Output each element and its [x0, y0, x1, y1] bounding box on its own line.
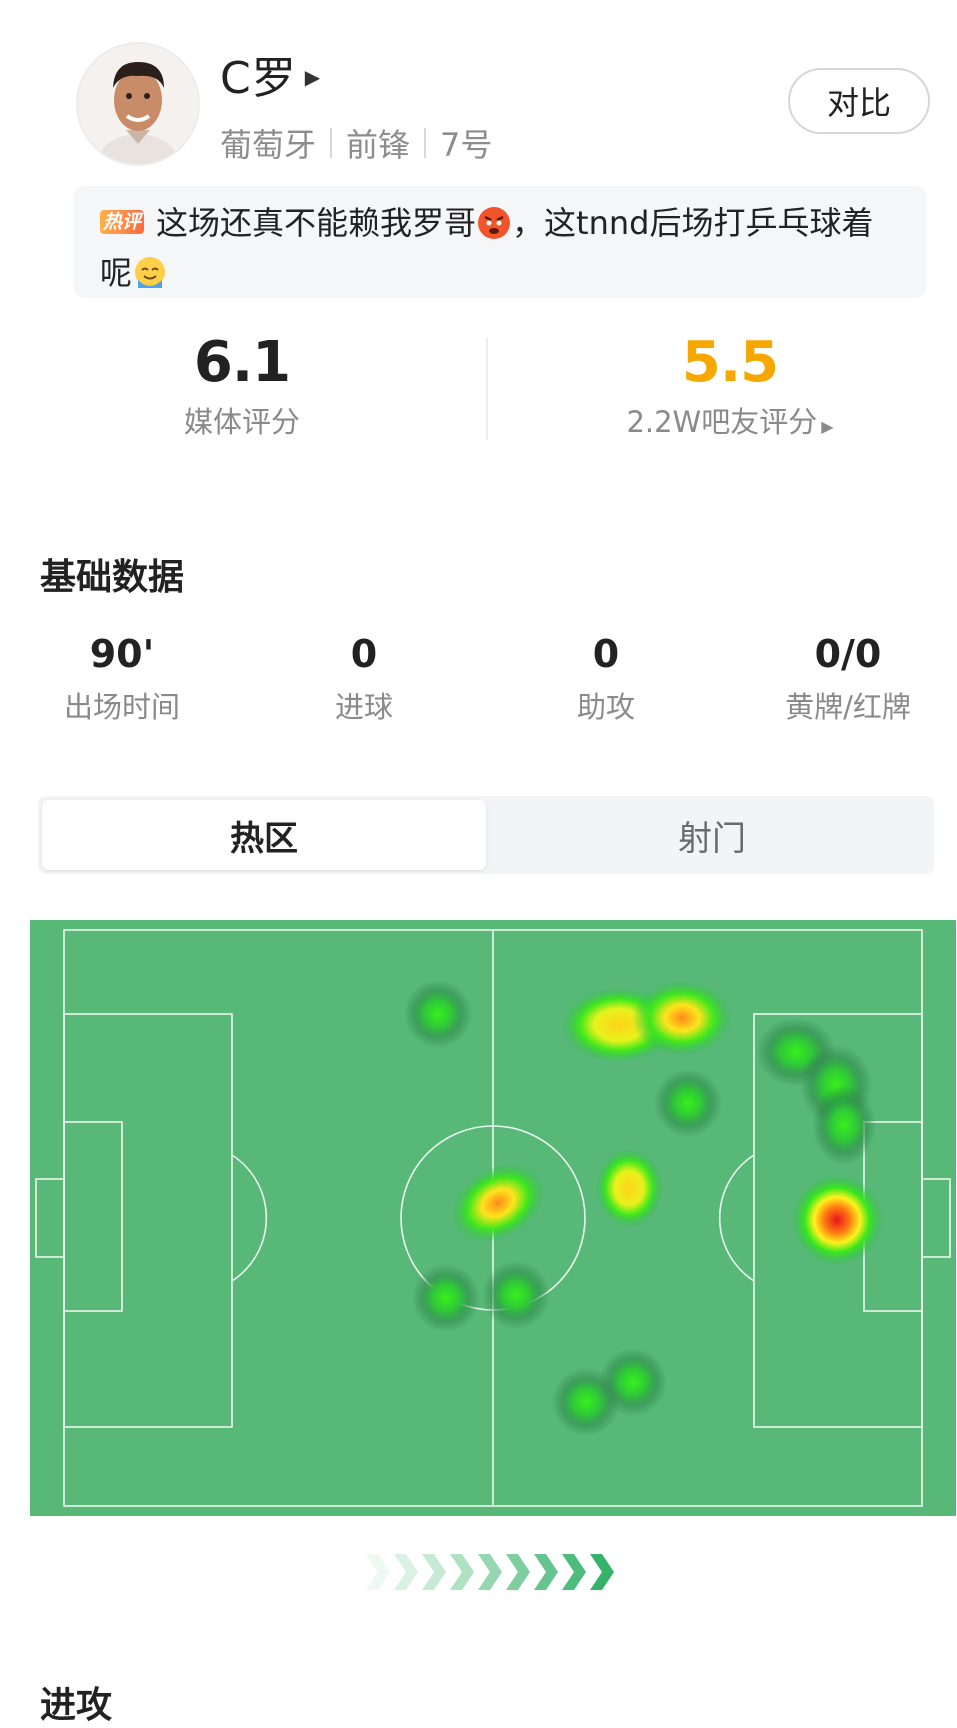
- hot-comment[interactable]: 热评 这场还真不能赖我罗哥 ，这tnnd后场打乒乓球着呢: [74, 186, 926, 298]
- stat-value: 0: [592, 632, 620, 676]
- hot-comment-text-2: ，这tnnd后场打乒乓球着: [512, 204, 874, 242]
- rating-divider: [486, 338, 488, 440]
- fan-rating-label-row: 2.2W吧友评分 ▶: [590, 399, 870, 441]
- laughing-face-icon: [135, 257, 166, 288]
- player-avatar[interactable]: [76, 42, 200, 166]
- tab-heatmap[interactable]: 热区: [42, 800, 486, 870]
- stat-label: 黄牌/红牌: [785, 690, 911, 724]
- heat-spot: [595, 1148, 663, 1228]
- heat-spot: [632, 980, 732, 1056]
- player-name-row[interactable]: C罗 ▶: [220, 42, 320, 106]
- media-rating-label: 媒体评分: [183, 405, 300, 439]
- heatmap-pitch: [30, 920, 956, 1516]
- fan-rating-label: 2.2W吧友评分: [626, 405, 818, 439]
- stat-value: 0/0: [814, 632, 882, 676]
- meta-divider: [330, 128, 333, 158]
- tab-shots[interactable]: 射门: [490, 796, 934, 874]
- heat-spot: [791, 1174, 883, 1266]
- stat-label: 进球: [334, 690, 393, 724]
- player-position: 前锋: [346, 126, 411, 164]
- angry-face-icon: [478, 207, 511, 239]
- stat-value: 90': [89, 632, 155, 676]
- meta-divider: [424, 128, 427, 158]
- fan-rating-value: 5.5: [681, 330, 779, 395]
- play-arrow-icon: ▶: [304, 65, 321, 89]
- basic-stats-title: 基础数据: [40, 557, 185, 598]
- heat-spot: [654, 1069, 722, 1137]
- stat-label: 助攻: [576, 690, 635, 724]
- heat-spot: [404, 980, 472, 1048]
- stat-label: 出场时间: [63, 690, 180, 724]
- stat-minutes: 90' 出场时间: [12, 632, 232, 726]
- player-name: C罗: [220, 53, 297, 104]
- player-photo: [78, 44, 198, 164]
- stat-goals: 0 进球: [254, 632, 474, 726]
- heat-spot: [552, 1368, 620, 1436]
- fan-rating[interactable]: 5.5 2.2W吧友评分 ▶: [590, 330, 870, 441]
- attack-direction-icon: [366, 1554, 614, 1590]
- stat-assists: 0 助攻: [496, 632, 716, 726]
- compare-button[interactable]: 对比: [788, 68, 930, 134]
- heat-spot: [812, 1085, 876, 1165]
- heatmap-shots-tabs: 热区 射门: [38, 796, 934, 874]
- attack-section-title: 进攻: [40, 1685, 113, 1726]
- media-rating: 6.1 媒体评分: [142, 330, 342, 441]
- player-meta: 葡萄牙 前锋 7号: [220, 120, 492, 166]
- play-arrow-icon: ▶: [821, 417, 834, 436]
- hot-comment-tag: 热评: [100, 210, 145, 234]
- hot-comment-text-3: 呢: [100, 254, 133, 292]
- player-number: 7号: [440, 126, 493, 164]
- stat-value: 0: [350, 632, 378, 676]
- heat-spot: [412, 1264, 480, 1332]
- player-nationality: 葡萄牙: [220, 126, 317, 164]
- media-rating-value: 6.1: [193, 330, 291, 395]
- hot-comment-text-1: 这场还真不能赖我罗哥: [156, 204, 477, 242]
- heat-spot: [482, 1261, 550, 1329]
- stat-cards: 0/0 黄牌/红牌: [738, 632, 957, 726]
